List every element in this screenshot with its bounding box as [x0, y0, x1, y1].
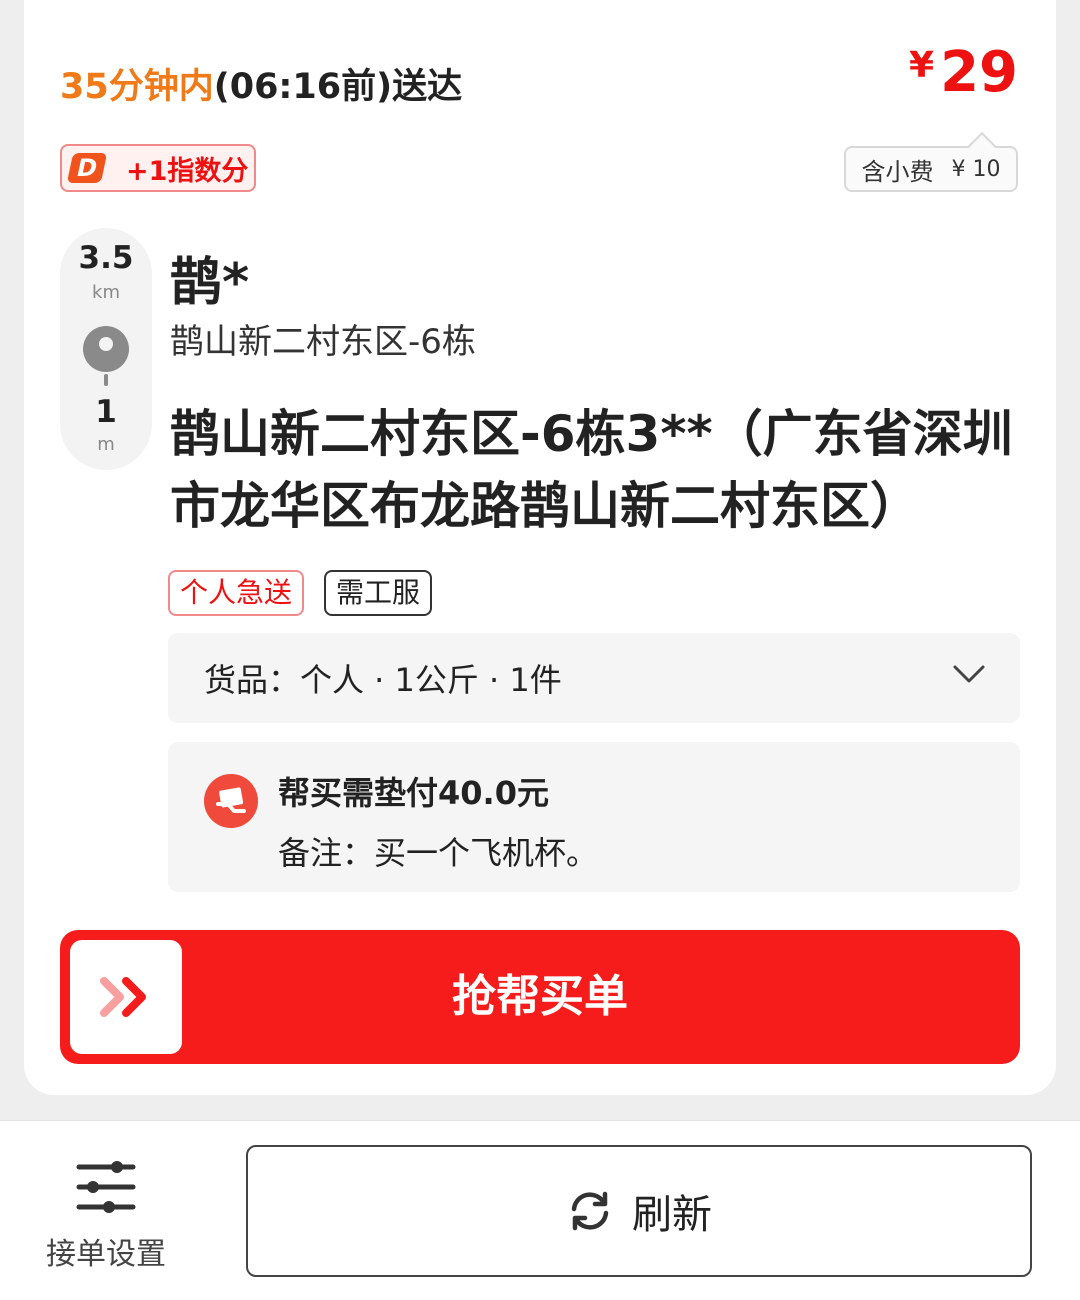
slide-handle[interactable]: [70, 940, 182, 1054]
distance-to-dest: 1: [95, 394, 117, 430]
points-badge-icon: D: [66, 153, 108, 183]
pin-connector: [104, 374, 108, 386]
refresh-label: 刷新: [632, 1192, 712, 1238]
location-pin-icon: [83, 326, 129, 372]
chevron-down-icon[interactable]: [952, 663, 986, 685]
refresh-icon: [571, 1191, 609, 1231]
tag-uniform-required: 需工服: [324, 570, 433, 616]
buy-advance-amount: 帮买需垫付40.0元: [278, 774, 549, 812]
points-label: +1指数分: [126, 155, 249, 187]
grab-order-button[interactable]: 抢帮买单: [60, 930, 1020, 1064]
tip-badge: 含小费 ¥ 10: [844, 146, 1018, 192]
distance-to-dest-unit: m: [97, 434, 115, 455]
order-settings-button[interactable]: 接单设置: [36, 1159, 176, 1273]
pickup-address: 鹊山新二村东区-6栋: [170, 322, 476, 362]
price-amount: 29: [940, 40, 1018, 105]
order-page: 35分钟内(06:16前)送达 ¥29 D +1指数分 含小费 ¥ 10 3.5…: [0, 0, 1080, 1300]
order-price: ¥29: [909, 40, 1018, 105]
tag-personal-urgent: 个人急送: [168, 570, 305, 616]
distance-to-store: 3.5: [78, 240, 134, 276]
eta-highlight: 35分钟内: [60, 67, 214, 107]
goods-info: 货品：个人 · 1公斤 · 1件: [204, 661, 562, 699]
goods-row[interactable]: 货品：个人 · 1公斤 · 1件: [168, 633, 1020, 723]
order-remark: 备注：买一个飞机杯。: [278, 834, 599, 872]
double-chevron-right-icon: [100, 977, 146, 1017]
delivery-address: 鹊山新二村东区-6栋3**（广东省深圳市龙华区布龙路鹊山新二村东区）: [170, 405, 1013, 535]
price-currency: ¥: [909, 45, 935, 86]
buy-info-box: 帮买需垫付40.0元 备注：买一个飞机杯。: [168, 742, 1020, 892]
pickup-name: 鹊*: [170, 253, 250, 313]
order-card[interactable]: 35分钟内(06:16前)送达 ¥29 D +1指数分 含小费 ¥ 10 3.5…: [24, 0, 1056, 1095]
eta-deadline: (06:16前)送达: [213, 67, 463, 107]
delivery-eta: 35分钟内(06:16前)送达: [60, 58, 462, 109]
order-settings-label: 接单设置: [46, 1237, 166, 1272]
refresh-button[interactable]: 刷新: [246, 1145, 1032, 1277]
buy-money-icon: [204, 774, 258, 828]
bottom-toolbar: 接单设置 刷新: [0, 1120, 1080, 1300]
grab-order-label: 抢帮买单: [452, 971, 628, 1022]
points-badge: D +1指数分: [60, 144, 256, 192]
distance-to-store-unit: km: [92, 282, 120, 303]
tip-amount: ¥ 10: [951, 156, 1001, 182]
tip-label: 含小费: [861, 157, 934, 186]
distance-indicator: 3.5 km 1 m: [60, 228, 152, 470]
sliders-icon: [76, 1161, 136, 1213]
